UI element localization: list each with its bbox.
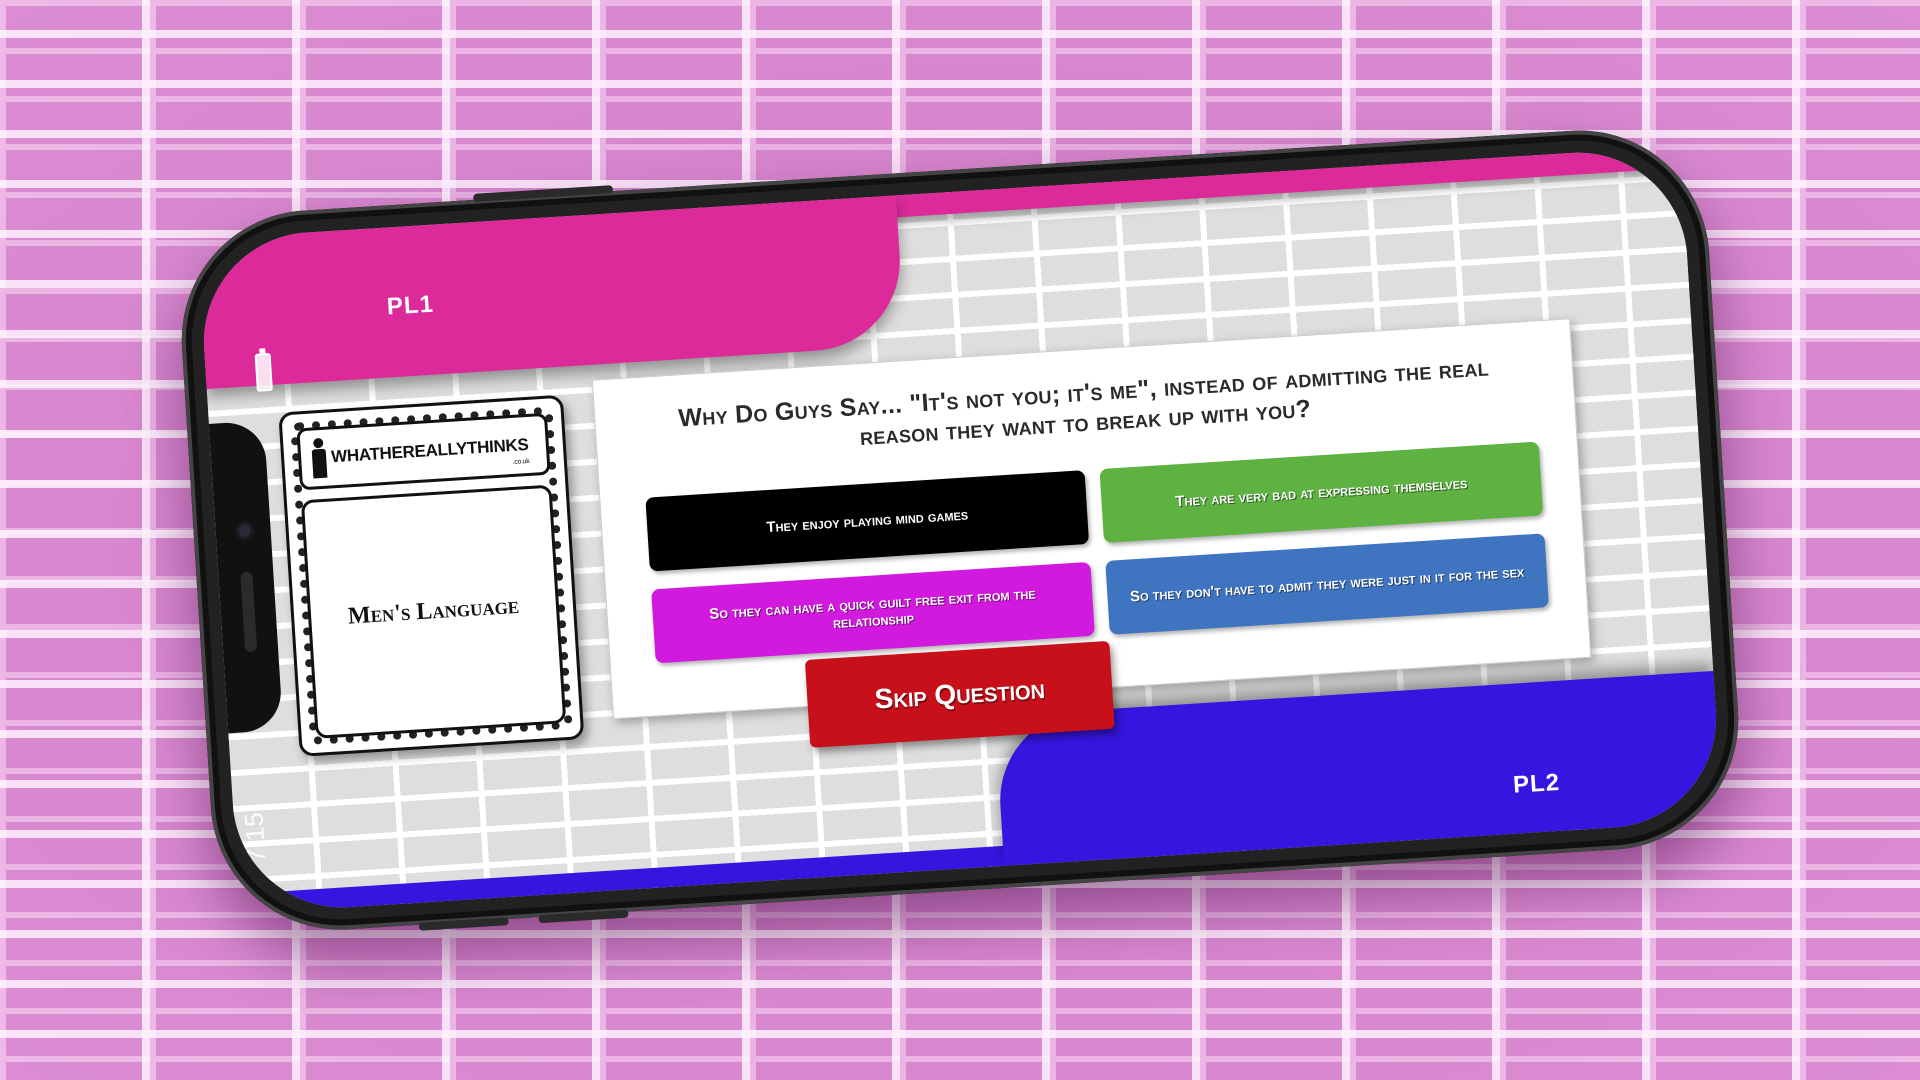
answer-label-4: So they don't have to admit they were ju… [1129, 563, 1525, 605]
answer-label-3: So they can have a quick guilt free exit… [708, 585, 1037, 633]
card-category-area: Men's Language [300, 484, 567, 739]
camera-icon [235, 521, 255, 541]
category-card: WHATHEREALLYTHINKS .co.uk Men's Language [278, 394, 585, 757]
phone-device: PL1 PL2 7:15 WHATHEREALLYTHINKS .co.uk M… [173, 122, 1747, 938]
brand-name: WHATHEREALLYTHINKS .co.uk [331, 435, 530, 467]
answer-button-1[interactable]: They enjoy playing mind games [645, 470, 1090, 572]
answer-button-4[interactable]: So they don't have to admit they were ju… [1105, 533, 1550, 635]
status-time: 7:15 [238, 811, 272, 864]
answer-button-2[interactable]: They are very bad at expressing themselv… [1099, 441, 1544, 543]
man-silhouette-icon [310, 438, 328, 479]
speaker-grille [240, 571, 258, 653]
battery-icon [254, 352, 273, 392]
card-category-label: Men's Language [347, 592, 520, 630]
question-text: Why Do Guys Say... "It's not you; it's m… [677, 353, 1490, 452]
pl1-label: PL1 [386, 290, 435, 321]
answer-label-1: They enjoy playing mind games [765, 505, 969, 536]
pl2-label: PL2 [1512, 768, 1561, 799]
brand-domain: .co.uk [512, 457, 530, 466]
game-screen: PL1 PL2 7:15 WHATHEREALLYTHINKS .co.uk M… [197, 146, 1723, 914]
answer-label-2: They are very bad at expressing themselv… [1174, 474, 1468, 510]
brand-name-text: WHATHEREALLYTHINKS [330, 434, 530, 467]
